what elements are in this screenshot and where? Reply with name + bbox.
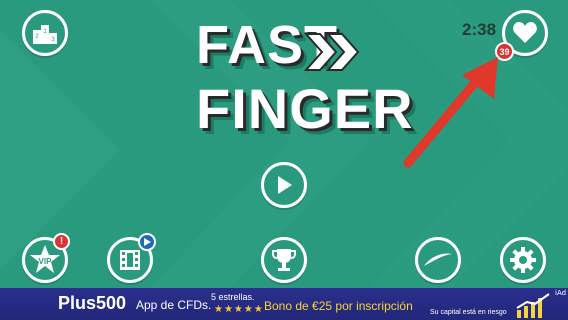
ad-app-text: App de CFDs. <box>136 298 212 312</box>
ad-graph-icon <box>516 293 550 318</box>
podium-icon: 1 2 3 <box>33 25 57 44</box>
settings-button[interactable] <box>500 237 546 283</box>
leaderboard-button[interactable]: 1 2 3 <box>22 10 68 56</box>
red-arrow-icon <box>403 57 498 168</box>
ad-risk-text: Su capital está en riesgo <box>430 309 507 316</box>
achievements-button[interactable] <box>261 237 307 283</box>
ad-stars: ★★★★★ <box>214 304 264 315</box>
video-play-badge <box>138 233 156 251</box>
gear-icon <box>510 247 536 273</box>
game-title-line2: FINGER <box>196 77 414 140</box>
vip-label: VIP <box>39 257 53 266</box>
vip-alert-badge: ! <box>53 233 70 250</box>
ad-brand: Plus500 <box>58 293 127 313</box>
game-title-line1: FAST <box>196 15 339 75</box>
small-play-icon <box>144 238 151 246</box>
play-button[interactable] <box>261 162 307 208</box>
ad-bonus-text: Bono de €25 por inscripción <box>264 299 413 313</box>
fast-chevrons-icon <box>303 33 360 71</box>
ad-banner[interactable]: Plus500 App de CFDs. 5 estrellas. ★★★★★ … <box>0 288 568 320</box>
ad-mark: iAd <box>555 289 567 297</box>
game-center-button[interactable] <box>415 237 461 283</box>
swoosh-icon <box>424 253 452 266</box>
trophy-icon <box>272 249 296 271</box>
film-video-icon <box>120 250 140 270</box>
ad-stars-label: 5 estrellas. <box>211 292 255 302</box>
play-icon <box>278 176 292 194</box>
